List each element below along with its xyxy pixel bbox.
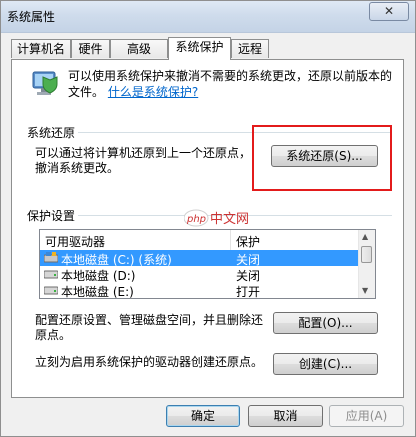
window-title: 系统属性 (7, 10, 56, 24)
list-scrollbar[interactable]: ▲ ▼ (358, 230, 375, 298)
configure-description-line1: 配置还原设置、管理磁盘空间，并且删除还 (35, 313, 264, 327)
column-separator (230, 230, 231, 250)
protection-section-label: 保护设置 (27, 207, 79, 224)
list-item[interactable]: 本地磁盘 (D:) 关闭 (40, 266, 361, 283)
title-bar[interactable]: 系统属性 ✕ (1, 1, 415, 33)
tab-remote[interactable]: 远程 (231, 39, 269, 58)
scrollbar-thumb[interactable] (361, 246, 372, 263)
list-item[interactable]: 本地磁盘 (C:) (系统) 关闭 (40, 250, 361, 267)
apply-button[interactable]: 应用(A) (329, 405, 404, 427)
scroll-up-arrow-icon[interactable]: ▲ (362, 232, 368, 241)
hard-drive-icon (43, 268, 59, 279)
cancel-button[interactable]: 取消 (248, 405, 323, 427)
ok-button[interactable]: 确定 (166, 405, 240, 427)
list-header: 可用驱动器 保护 (40, 230, 361, 251)
svg-text:php: php (186, 214, 206, 225)
configure-button[interactable]: 配置(O)... (273, 312, 378, 334)
watermark-logo: php 中文网 (183, 208, 254, 231)
tab-computer-name[interactable]: 计算机名 (11, 39, 71, 58)
tab-hardware[interactable]: 硬件 (71, 39, 110, 58)
restore-section-label: 系统还原 (27, 124, 79, 141)
tab-advanced[interactable]: 高级 (110, 39, 168, 58)
create-description: 立刻为启用系统保护的驱动器创建还原点。 (35, 355, 264, 369)
system-drive-icon (43, 252, 59, 263)
configure-description-line2: 原点。 (35, 328, 72, 342)
drives-list[interactable]: 可用驱动器 保护 本地磁盘 (C:) (系统) 关闭 本地磁盘 (D:) 关闭 … (39, 229, 376, 299)
hard-drive-icon (43, 284, 59, 295)
restore-description-line1: 可以通过将计算机还原到上一个还原点， (35, 146, 252, 160)
what-is-protection-link[interactable]: 什么是系统保护? (108, 85, 198, 99)
intro-description: 可以使用系统保护来撤消不需要的系统更改，还原以前版本的文件。 什么是系统保护? (68, 68, 396, 100)
list-item[interactable]: 本地磁盘 (E:) 打开 (40, 282, 361, 298)
restore-description-line2: 撤消系统更改。 (35, 161, 120, 175)
svg-text:中文网: 中文网 (210, 212, 249, 227)
close-button[interactable]: ✕ (369, 2, 409, 21)
drive-name: 本地磁盘 (E:) (61, 285, 134, 299)
tab-system-protection[interactable]: 系统保护 (168, 37, 231, 60)
column-protection[interactable]: 保护 (236, 233, 260, 250)
highlight-box (252, 125, 392, 191)
scroll-down-arrow-icon[interactable]: ▼ (362, 286, 368, 295)
computer-shield-icon (31, 68, 61, 98)
system-properties-window: 系统属性 ✕ 计算机名 硬件 高级 系统保护 远程 可以使用系统保护来撤消不需要… (0, 0, 416, 437)
column-available-drives[interactable]: 可用驱动器 (45, 233, 105, 250)
drive-protection-status: 打开 (236, 285, 261, 299)
create-button[interactable]: 创建(C)... (273, 353, 378, 375)
